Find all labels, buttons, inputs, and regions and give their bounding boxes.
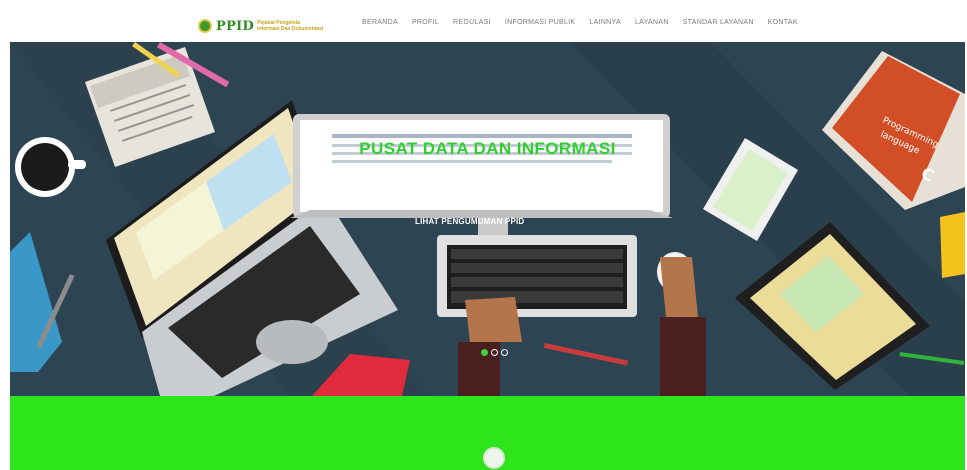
nav-item-regulasi[interactable]: REGULASI — [453, 19, 491, 26]
slider-dot-1[interactable] — [481, 349, 488, 356]
nav-item-standar-layanan[interactable]: STANDAR LAYANAN — [683, 19, 754, 26]
ppid-logo[interactable]: PPID Pejabat Pengelola Informasi Dan Dok… — [198, 17, 323, 35]
nav-item-kontak[interactable]: KONTAK — [768, 19, 798, 26]
slider-dot-2[interactable] — [491, 349, 498, 356]
slider-pagination — [481, 349, 508, 356]
nav-item-profil[interactable]: PROFIL — [412, 19, 439, 26]
logo-subtitle: Pejabat Pengelola Informasi Dan Dokument… — [257, 20, 324, 32]
nav-item-informasi-publik[interactable]: INFORMASI PUBLIK — [505, 19, 576, 26]
nav-item-lainnya[interactable]: LAINNYA — [589, 19, 621, 26]
green-section — [10, 396, 965, 470]
announcement-link[interactable]: LIHAT PENGUMUMAN PPID — [415, 217, 524, 226]
logo-text: PPID — [216, 18, 255, 34]
main-nav: BERANDA PROFIL REGULASI INFORMASI PUBLIK… — [362, 19, 798, 26]
slider-dot-3[interactable] — [501, 349, 508, 356]
institution-emblem-icon — [483, 447, 505, 469]
top-navbar: PPID Pejabat Pengelola Informasi Dan Dok… — [0, 0, 967, 42]
hero-subtitle: Kami berusaha agar data yang dibutuhkan … — [325, 164, 650, 174]
nav-item-layanan[interactable]: LAYANAN — [635, 19, 669, 26]
nav-item-beranda[interactable]: BERANDA — [362, 19, 398, 26]
ppid-emblem-icon — [198, 19, 212, 33]
hero-slider: Programming language C PUSAT DATA DAN IN… — [10, 42, 965, 396]
hero-title: PUSAT DATA DAN INFORMASI — [359, 139, 616, 158]
